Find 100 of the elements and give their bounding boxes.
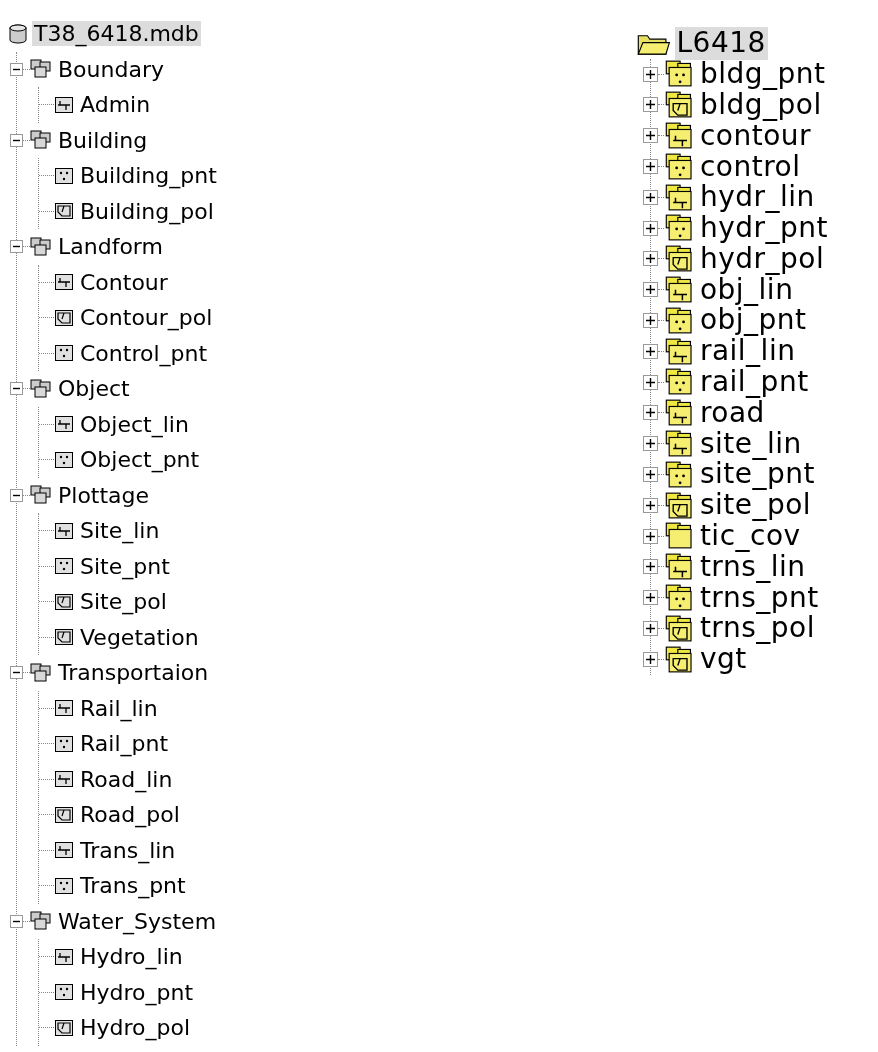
expand-toggle[interactable] [643, 189, 658, 205]
expand-toggle[interactable] [643, 374, 658, 390]
tree-item-label[interactable]: Trans_pnt [78, 873, 188, 899]
tree-item-label[interactable]: rail_pnt [697, 366, 811, 399]
tree-item-label[interactable]: control [697, 150, 803, 183]
plus-icon [645, 345, 656, 357]
tree-item-label[interactable]: Hydro_pnt [78, 979, 196, 1005]
tree-item-label[interactable]: L6418 [674, 27, 768, 60]
tree-item-label[interactable]: hydr_pnt [697, 212, 830, 245]
tree-item-label[interactable]: site_lin [697, 427, 804, 460]
tree-item-label[interactable]: Building_pnt [78, 163, 219, 189]
tree-item-label[interactable]: bldg_pnt [697, 58, 828, 91]
dataset-icon [30, 485, 52, 506]
tree-item-label[interactable]: Road_lin [78, 766, 175, 792]
expand-toggle[interactable] [643, 467, 658, 483]
line-coverage-icon [664, 399, 694, 427]
tic-coverage-icon [664, 522, 694, 550]
tree-item-label[interactable]: Trans_lin [78, 837, 178, 863]
expand-toggle[interactable] [643, 651, 658, 667]
tree-item-label[interactable]: Road_pol [78, 802, 182, 828]
line-coverage-icon [664, 122, 694, 150]
plus-icon [645, 530, 656, 542]
expand-toggle[interactable] [643, 528, 658, 544]
plus-icon [645, 407, 656, 419]
point-feature-icon [54, 733, 74, 754]
line-coverage-icon [664, 183, 694, 212]
line-feature-icon [54, 94, 74, 115]
plus-icon [645, 222, 656, 234]
tree-item-label[interactable]: Boundary [56, 56, 166, 82]
expand-toggle[interactable] [643, 559, 658, 575]
collapse-toggle[interactable] [10, 914, 23, 928]
expand-toggle[interactable] [643, 590, 658, 606]
expand-toggle[interactable] [643, 436, 658, 452]
expand-toggle[interactable] [643, 621, 658, 637]
polygon-feature-icon [54, 804, 74, 825]
plus-icon [645, 161, 656, 173]
tree-item-label[interactable]: Object [56, 376, 132, 402]
line-coverage-icon [664, 429, 694, 458]
tree-item-label[interactable]: Building_pol [78, 198, 216, 224]
tree-item-label[interactable]: Hydro_pol [78, 1015, 193, 1041]
tree-item-label[interactable]: tic_cov [697, 520, 803, 553]
tree-item-label[interactable]: Site_lin [78, 518, 162, 544]
tree-item-label[interactable]: Vegetation [78, 624, 201, 650]
line-feature-icon [54, 698, 74, 719]
expand-toggle[interactable] [643, 282, 658, 298]
expand-toggle[interactable] [643, 313, 658, 329]
tree-item-label[interactable]: Control_pnt [78, 340, 210, 366]
collapse-toggle[interactable] [10, 488, 23, 502]
collapse-toggle[interactable] [10, 240, 23, 254]
expand-toggle[interactable] [643, 128, 658, 144]
point-feature-icon [54, 449, 74, 470]
tree-item-label[interactable]: Rail_pnt [78, 731, 171, 757]
line-feature-icon [54, 946, 74, 967]
expand-toggle[interactable] [643, 66, 658, 82]
line-feature-icon [54, 520, 74, 541]
tree-item-label[interactable]: hydr_lin [697, 181, 817, 214]
tree-item-label[interactable]: Contour [78, 269, 170, 295]
collapse-toggle[interactable] [10, 62, 23, 76]
collapse-toggle[interactable] [10, 666, 23, 680]
tree-item-label[interactable]: site_pol [697, 489, 814, 522]
plus-icon [645, 623, 656, 635]
tree-item-label[interactable]: Landform [56, 234, 165, 260]
expand-toggle[interactable] [643, 159, 658, 175]
tree-item-label[interactable]: Hydro_lin [78, 944, 185, 970]
dataset-icon [30, 236, 52, 257]
tree-item-label[interactable]: Water_System [56, 908, 219, 934]
point-coverage-icon [664, 60, 694, 88]
dataset-icon [30, 130, 52, 151]
tree-item-label[interactable]: Rail_lin [78, 695, 160, 721]
tree-item-label[interactable]: Contour_pol [78, 305, 215, 331]
tree-item-label[interactable]: Site_pnt [78, 553, 172, 579]
tree-item-label[interactable]: Admin [78, 92, 153, 118]
tree-item-label[interactable]: Object_pnt [78, 447, 202, 473]
expand-toggle[interactable] [643, 405, 658, 421]
collapse-toggle[interactable] [10, 133, 23, 147]
expand-toggle[interactable] [643, 220, 658, 236]
point-coverage-icon [664, 583, 694, 612]
line-feature-icon [54, 414, 74, 435]
tree-item-label[interactable]: Object_lin [78, 411, 191, 437]
collapse-toggle[interactable] [10, 382, 23, 396]
polygon-feature-icon [54, 591, 74, 612]
tree-item-label[interactable]: Plottage [56, 482, 152, 508]
dataset-icon [30, 662, 52, 683]
expand-toggle[interactable] [643, 97, 658, 113]
line-coverage-icon [664, 275, 694, 304]
point-feature-icon [54, 165, 74, 186]
dataset-icon [30, 59, 52, 80]
tree-item-label[interactable]: Site_pol [78, 589, 169, 615]
expand-toggle[interactable] [643, 497, 658, 513]
tree-item-label[interactable]: Transportaion [56, 660, 211, 686]
point-coverage-icon [664, 214, 694, 242]
expand-toggle[interactable] [643, 343, 658, 359]
expand-toggle[interactable] [643, 251, 658, 267]
polygon-feature-icon [54, 307, 74, 328]
tree-item-label[interactable]: T38_6418.mdb [32, 21, 201, 47]
tree-item-label[interactable]: Building [56, 127, 150, 153]
polygon-coverage-icon [664, 614, 694, 643]
point-coverage-icon [664, 152, 694, 181]
tree-item-label[interactable]: vgt [697, 643, 749, 676]
tree-item-label[interactable]: rail_lin [697, 335, 798, 368]
